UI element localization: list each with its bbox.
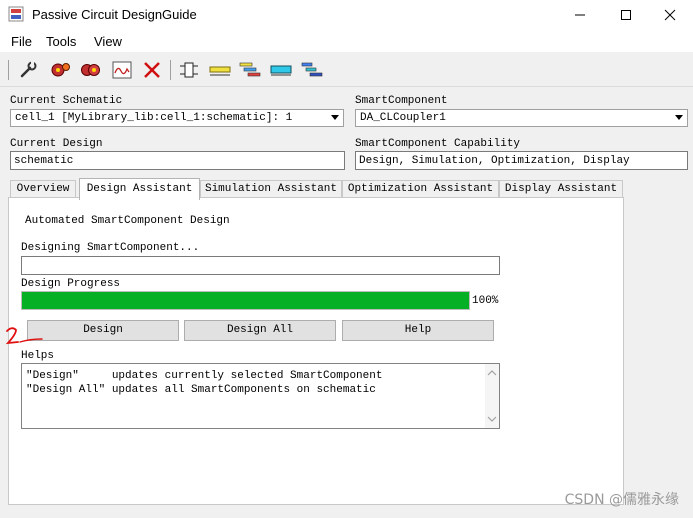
current-design-field[interactable]: schematic bbox=[10, 151, 345, 170]
minimize-icon bbox=[575, 14, 585, 16]
menu-view[interactable]: View bbox=[94, 34, 122, 49]
component-icon bbox=[180, 62, 198, 78]
smartcomponent-value: DA_CLCoupler1 bbox=[360, 112, 446, 124]
design-gear-icon bbox=[51, 63, 70, 77]
capability-field[interactable]: Design, Simulation, Optimization, Displa… bbox=[355, 151, 688, 170]
toolbar-separator bbox=[170, 60, 171, 80]
multi-layout-button[interactable] bbox=[238, 59, 262, 81]
design-tool-button[interactable] bbox=[48, 59, 72, 81]
app-window: Passive Circuit DesignGuide File Tools V… bbox=[0, 0, 693, 518]
smartcomponent-dropdown[interactable]: DA_CLCoupler1 bbox=[355, 109, 688, 127]
waveform-icon bbox=[112, 61, 132, 79]
current-schematic-value: cell_1 [MyLibrary_lib:cell_1:schematic]:… bbox=[15, 112, 293, 124]
capability-label: SmartComponent Capability bbox=[355, 138, 521, 150]
toolbar-separator bbox=[8, 60, 9, 80]
progress-fill bbox=[22, 292, 469, 309]
stack-layout-icon bbox=[301, 62, 323, 77]
watermark: CSDN @儒雅永缘 bbox=[564, 492, 679, 508]
delete-tool-button[interactable] bbox=[140, 59, 164, 81]
app-icon bbox=[8, 6, 24, 22]
title-bar: Passive Circuit DesignGuide bbox=[0, 0, 693, 30]
menu-bar: File Tools View bbox=[0, 30, 693, 52]
yellow-layout-icon bbox=[209, 66, 231, 76]
help-button[interactable]: Help bbox=[342, 320, 494, 341]
current-schematic-label: Current Schematic bbox=[10, 95, 123, 107]
designing-label: Designing SmartComponent... bbox=[21, 242, 200, 254]
design-progress-bar bbox=[21, 291, 470, 310]
current-schematic-dropdown[interactable]: cell_1 [MyLibrary_lib:cell_1:schematic]:… bbox=[10, 109, 344, 127]
current-design-value: schematic bbox=[14, 155, 74, 167]
progress-percent: 100% bbox=[472, 295, 499, 307]
maximize-icon bbox=[621, 10, 631, 20]
annotation-mark-2 bbox=[5, 327, 43, 345]
tab-optimization-assistant[interactable]: Optimization Assistant bbox=[342, 180, 499, 198]
simulate-tool-button[interactable] bbox=[110, 59, 134, 81]
cyan-layout-icon bbox=[270, 65, 292, 76]
tab-display-assistant[interactable]: Display Assistant bbox=[499, 180, 623, 198]
design-all-tool-button[interactable] bbox=[78, 59, 102, 81]
helps-line: "Design All" updates all SmartComponents… bbox=[26, 384, 376, 396]
design-all-button[interactable]: Design All bbox=[184, 320, 336, 341]
tab-design-assistant[interactable]: Design Assistant bbox=[79, 178, 200, 200]
progress-label: Design Progress bbox=[21, 278, 121, 290]
chevron-down-icon bbox=[331, 115, 339, 120]
scroll-arrows-icon bbox=[487, 370, 497, 422]
designing-field bbox=[21, 256, 500, 275]
multi-layout-icon bbox=[239, 62, 261, 77]
component-tool-button[interactable] bbox=[177, 59, 201, 81]
panel-heading: Automated SmartComponent Design bbox=[25, 215, 230, 227]
current-design-label: Current Design bbox=[10, 138, 103, 150]
yellow-layout-button[interactable] bbox=[208, 59, 232, 81]
cyan-layout-button[interactable] bbox=[269, 59, 293, 81]
helps-textarea[interactable]: "Design" updates currently selected Smar… bbox=[21, 363, 500, 429]
window-title: Passive Circuit DesignGuide bbox=[32, 7, 197, 22]
wrench-icon bbox=[20, 61, 37, 78]
stack-layout-button[interactable] bbox=[300, 59, 324, 81]
helps-line: "Design" updates currently selected Smar… bbox=[26, 370, 383, 382]
chevron-down-icon bbox=[675, 115, 683, 120]
design-all-gear-icon bbox=[81, 64, 100, 76]
tab-overview[interactable]: Overview bbox=[10, 180, 76, 198]
toolbar bbox=[0, 54, 693, 87]
tab-simulation-assistant[interactable]: Simulation Assistant bbox=[200, 180, 342, 198]
menu-tools[interactable]: Tools bbox=[46, 34, 76, 49]
bottom-strip bbox=[0, 510, 693, 518]
menu-file[interactable]: File bbox=[11, 34, 32, 49]
design-button[interactable]: Design bbox=[27, 320, 179, 341]
minimize-button[interactable] bbox=[557, 0, 603, 30]
helps-label: Helps bbox=[21, 350, 55, 362]
close-icon bbox=[664, 9, 676, 21]
close-button[interactable] bbox=[647, 0, 693, 30]
wrench-tool-button[interactable] bbox=[16, 59, 40, 81]
delete-x-icon bbox=[144, 62, 160, 78]
helps-scrollbar[interactable] bbox=[485, 364, 499, 428]
maximize-button[interactable] bbox=[603, 0, 649, 30]
capability-value: Design, Simulation, Optimization, Displa… bbox=[359, 155, 630, 167]
smartcomponent-label: SmartComponent bbox=[355, 95, 448, 107]
